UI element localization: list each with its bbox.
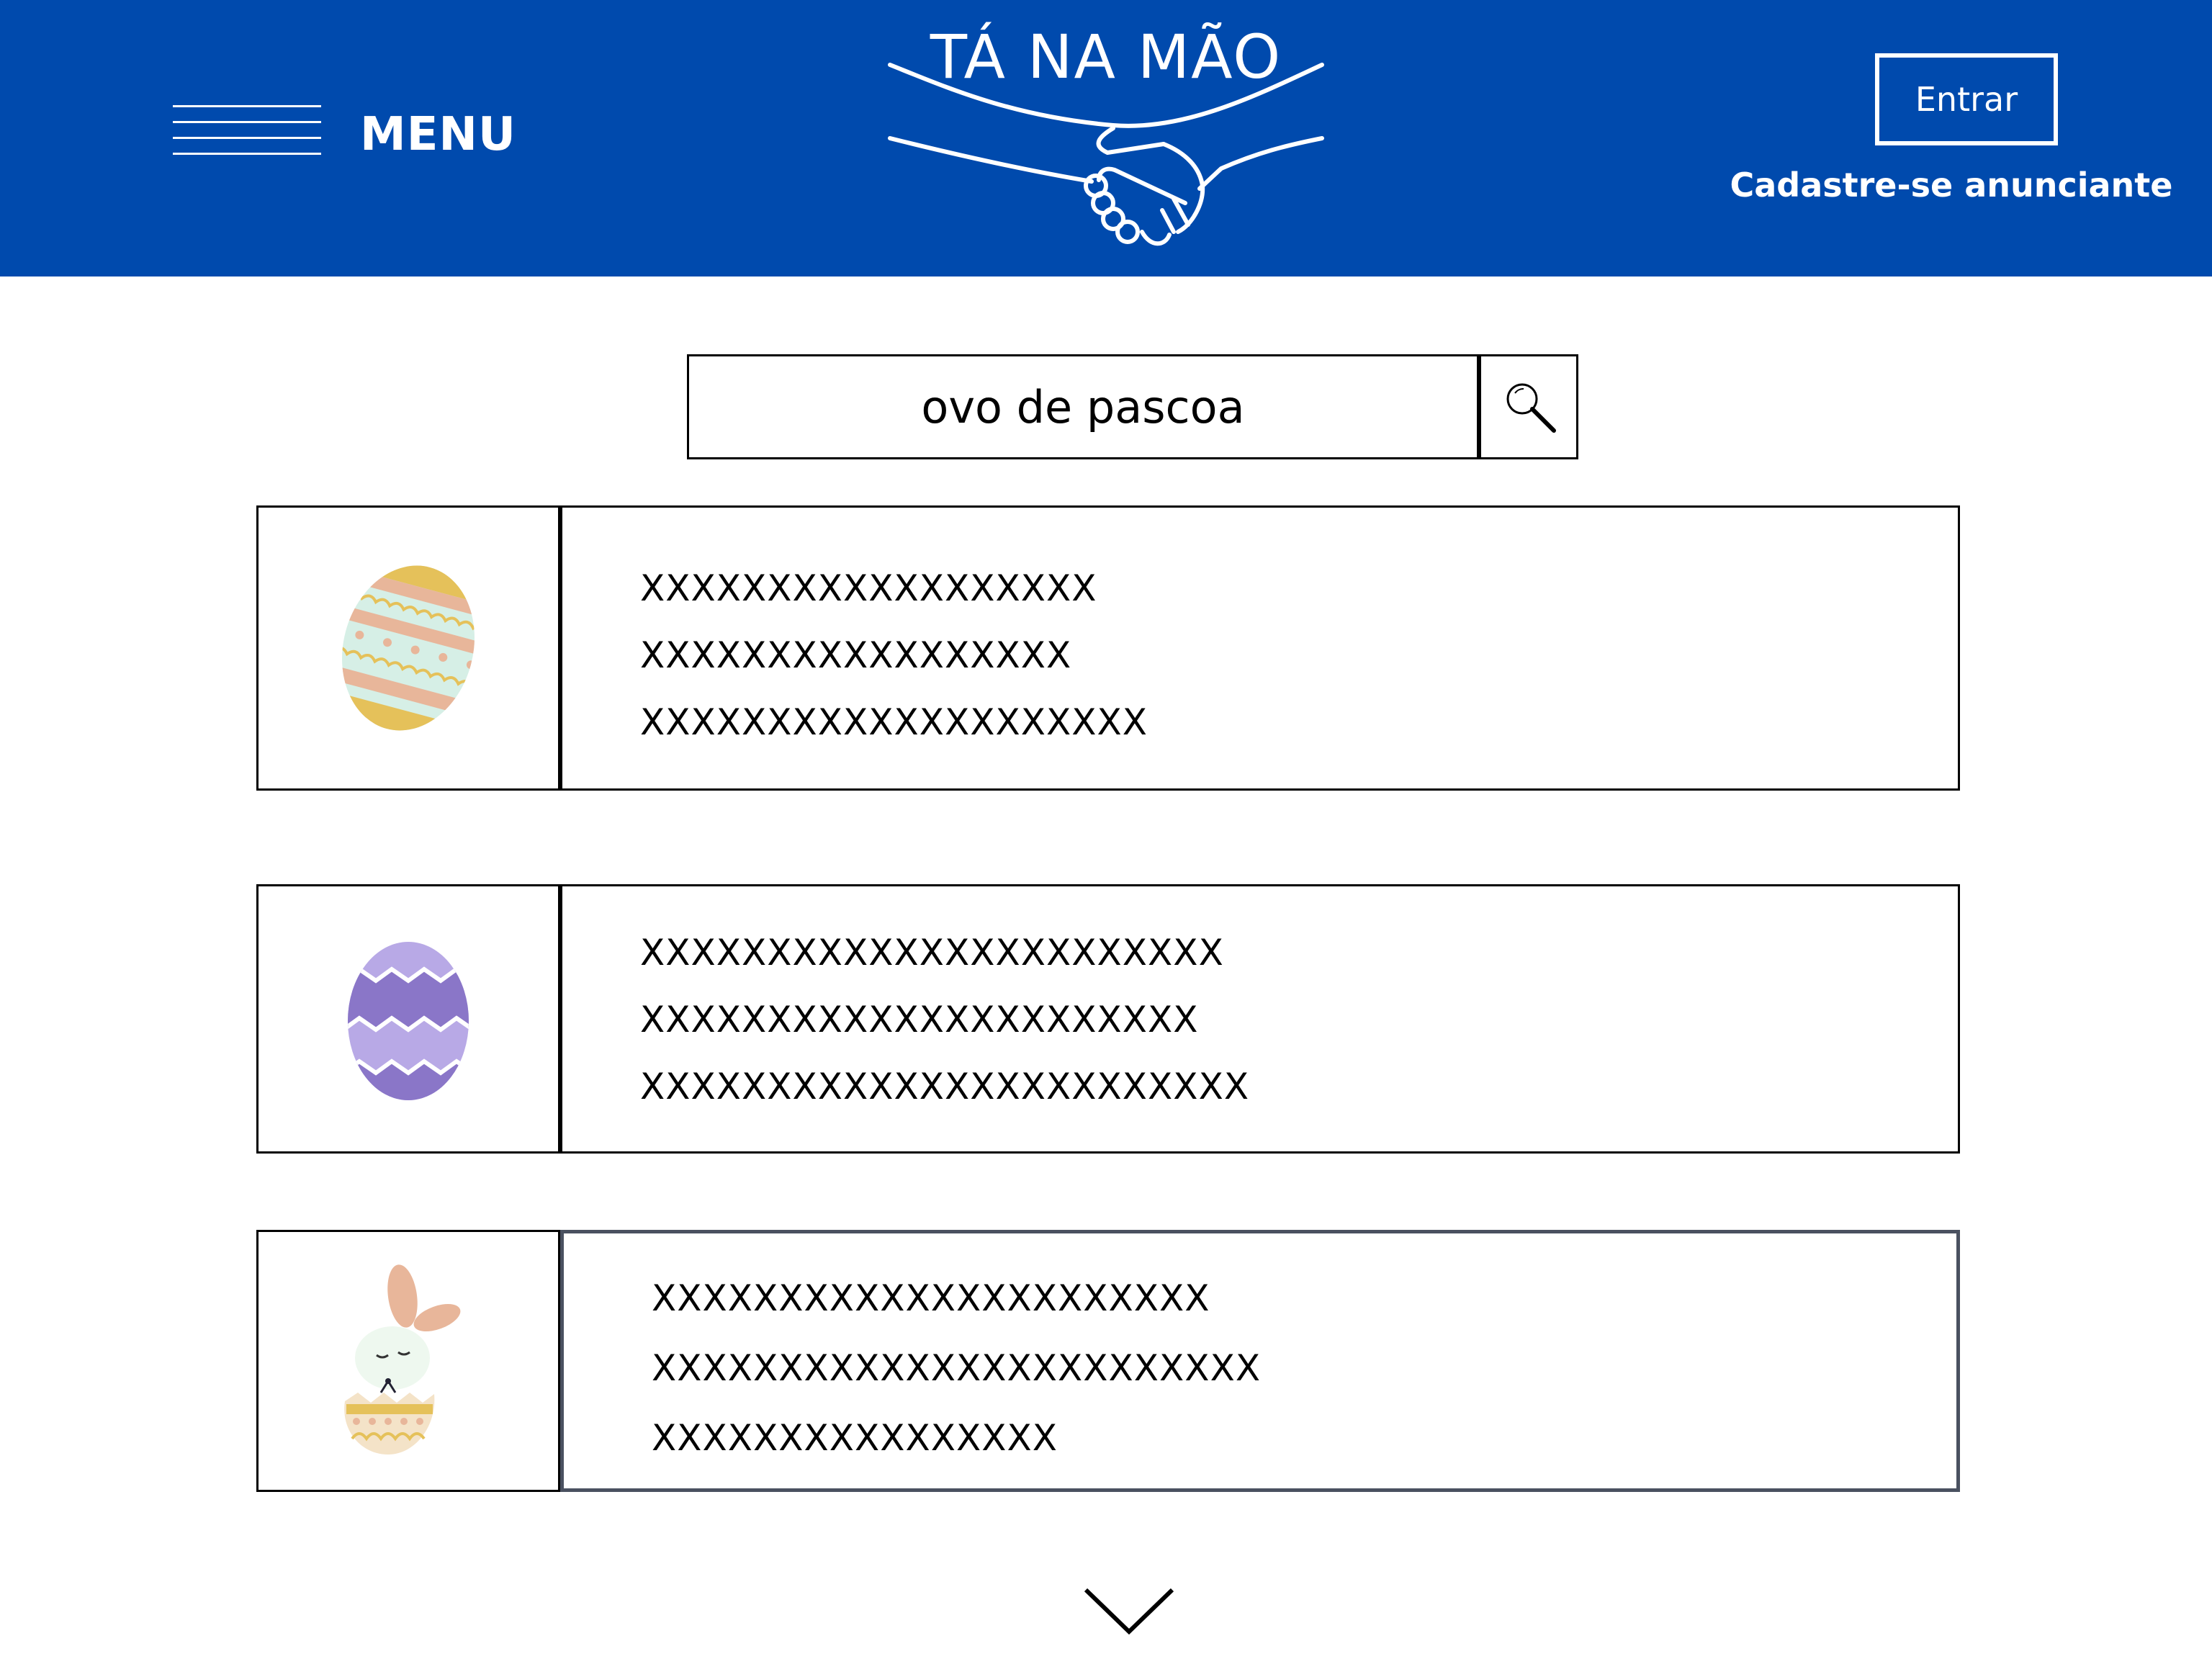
result-line: XXXXXXXXXXXXXXXXX [640,634,1072,676]
handshake-icon [888,63,1324,246]
search-button[interactable] [1479,354,1578,459]
search-input[interactable] [687,354,1479,459]
easter-bunny-egg-icon [344,1264,461,1455]
chevron-down-icon [1084,1588,1174,1635]
result-thumbnail[interactable] [256,1230,560,1492]
result-line: XXXXXXXXXXXXXXXXXXXXXXXX [652,1347,1262,1389]
login-button[interactable]: Entrar [1875,53,2058,145]
result-details[interactable]: XXXXXXXXXXXXXXXXXXXXXX XXXXXXXXXXXXXXXXX… [560,1230,1960,1492]
signup-advertiser-link[interactable]: Cadastre-se anunciante [1721,166,2182,204]
top-header: MENU TÁ NA MÃO Entrar Cadastre-se anunci… [0,0,2212,276]
result-line: XXXXXXXXXXXXXXXXXX [640,567,1097,609]
result-line: XXXXXXXXXXXXXXXX [652,1417,1058,1459]
result-thumbnail[interactable] [256,884,560,1154]
result-line: XXXXXXXXXXXXXXXXXXXXXXXX [640,1066,1250,1107]
result-line: XXXXXXXXXXXXXXXXXXXX [640,701,1148,743]
easter-egg-purple-icon [348,942,469,1100]
result-line: XXXXXXXXXXXXXXXXXXXXXXX [640,932,1224,974]
scroll-down-button[interactable] [1083,1584,1175,1642]
menu-label[interactable]: MENU [360,108,516,161]
result-line: XXXXXXXXXXXXXXXXXXXXXX [652,1277,1210,1319]
logo[interactable]: TÁ NA MÃO [883,16,1329,261]
search-icon [1506,383,1556,433]
result-line: XXXXXXXXXXXXXXXXXXXXXX [640,999,1199,1040]
result-details[interactable]: XXXXXXXXXXXXXXXXXX XXXXXXXXXXXXXXXXX XXX… [560,505,1960,791]
result-details[interactable]: XXXXXXXXXXXXXXXXXXXXXXX XXXXXXXXXXXXXXXX… [560,884,1960,1154]
hamburger-menu-icon[interactable] [173,105,321,155]
result-thumbnail[interactable] [256,505,560,791]
easter-egg-striped-icon [336,562,480,734]
